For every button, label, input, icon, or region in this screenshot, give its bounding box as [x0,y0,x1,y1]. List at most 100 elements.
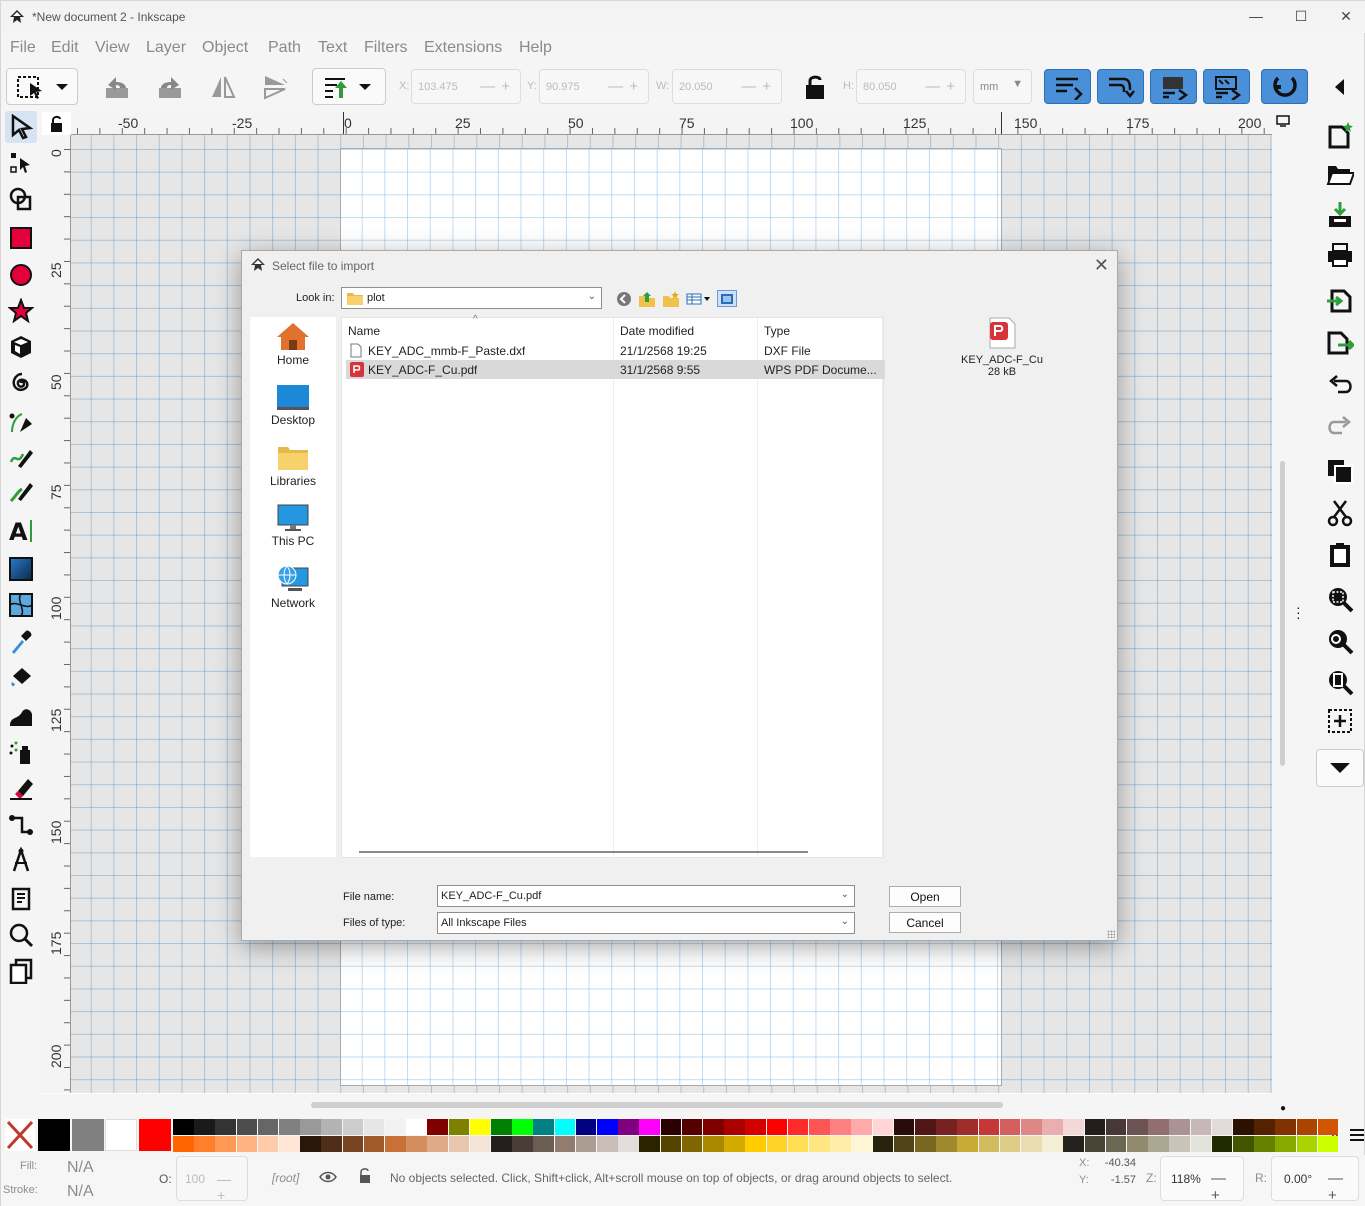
resize-grip[interactable] [1107,930,1115,938]
place-home[interactable]: Home [250,321,336,367]
save-document-icon[interactable] [1324,199,1356,231]
color-swatch[interactable] [1317,1136,1339,1152]
node-tool-icon[interactable] [5,147,37,179]
color-swatch[interactable] [215,1136,237,1152]
paint-bucket-tool-icon[interactable] [5,661,37,693]
color-swatch[interactable] [1317,1119,1339,1135]
color-swatch[interactable] [1254,1119,1275,1135]
move-patterns-toggle[interactable] [1203,69,1250,104]
shapebuilder-tool-icon[interactable] [5,183,37,215]
color-swatch[interactable] [427,1119,449,1135]
color-swatch[interactable] [385,1119,406,1135]
zoom-drawing-icon[interactable] [1324,625,1356,657]
paste-icon[interactable] [1324,539,1356,571]
color-swatch[interactable] [915,1119,936,1135]
color-swatch[interactable] [851,1136,873,1152]
pages-tool-icon[interactable] [5,883,37,915]
color-swatch[interactable] [724,1119,745,1135]
color-swatch[interactable] [321,1136,343,1152]
color-swatch[interactable] [703,1119,724,1135]
color-swatch[interactable] [1169,1136,1191,1152]
scale-stroke-toggle[interactable] [1044,69,1091,104]
color-swatch[interactable] [575,1136,597,1152]
h-field[interactable]: 80.050 —+ [856,69,966,104]
color-swatch[interactable] [851,1119,873,1135]
color-swatch[interactable] [1233,1119,1254,1135]
menu-edit[interactable]: Edit [51,39,79,57]
menu-object[interactable]: Object [202,39,248,57]
place-libraries[interactable]: Libraries [250,444,336,488]
color-swatch[interactable] [1148,1136,1169,1152]
color-swatch[interactable] [512,1136,533,1152]
color-swatch[interactable] [1169,1119,1191,1135]
color-swatch[interactable] [893,1119,915,1135]
color-swatch[interactable] [1042,1119,1063,1135]
color-swatch[interactable] [215,1119,237,1135]
column-header-date[interactable]: Date modified [620,324,694,338]
color-swatch[interactable] [406,1119,427,1135]
color-swatch[interactable] [1063,1119,1085,1135]
current-layer[interactable]: [root] [272,1171,299,1185]
connector-tool-icon[interactable] [5,809,37,841]
color-swatch[interactable] [872,1136,894,1152]
w-field[interactable]: 20.050 —+ [672,69,782,104]
color-swatch[interactable] [554,1136,576,1152]
unit-select[interactable]: mm ▼ [973,69,1032,104]
color-swatch[interactable] [300,1119,321,1135]
pen-tool-icon[interactable] [5,407,37,439]
color-swatch[interactable] [406,1136,427,1152]
up-folder-icon[interactable] [638,290,656,307]
color-swatch[interactable] [1084,1136,1106,1152]
color-swatch[interactable] [1105,1136,1127,1152]
color-swatch[interactable] [575,1119,597,1135]
opacity-field[interactable]: 100 —+ [176,1156,248,1203]
x-field[interactable]: 103.475 —+ [411,69,521,104]
color-swatch[interactable] [830,1119,851,1135]
color-swatch[interactable] [512,1119,533,1135]
color-swatch[interactable] [533,1119,555,1135]
color-swatch[interactable] [491,1136,512,1152]
color-swatch[interactable] [1127,1119,1148,1135]
rotate-cw-icon[interactable] [154,71,186,103]
zoom-tool-icon[interactable] [5,919,37,951]
minimize-button[interactable]: — [1233,1,1279,31]
close-window-button[interactable]: ✕ [1323,1,1365,31]
color-swatch[interactable] [893,1136,915,1152]
lock-icon[interactable] [799,71,831,103]
raise-lower-dropdown[interactable] [312,68,386,105]
guide-lock-icon[interactable] [49,115,67,133]
palette-menu-icon[interactable] [1350,1129,1364,1144]
select-same-dropdown[interactable] [6,68,78,105]
color-swatch[interactable] [1127,1136,1148,1152]
color-swatch[interactable] [745,1119,767,1135]
color-swatch[interactable] [639,1136,661,1152]
flip-vertical-icon[interactable] [259,71,291,103]
color-swatch[interactable] [809,1136,830,1152]
panel-handle-icon[interactable]: · · · [1296,600,1302,624]
place-desktop[interactable]: Desktop [250,383,336,427]
color-swatch[interactable] [236,1119,258,1135]
selector-tool-icon[interactable] [5,111,37,143]
fill-value[interactable]: N/A [67,1159,94,1177]
color-swatch[interactable] [597,1119,618,1135]
file-row[interactable]: KEY_ADC_mmb-F_Paste.dxf 21/1/2568 19:25 … [346,341,885,360]
color-swatch[interactable] [173,1136,194,1152]
look-in-select[interactable]: plot ⌄ [341,287,602,309]
place-network[interactable]: Network [250,564,336,610]
color-swatch[interactable] [809,1119,830,1135]
color-swatch[interactable] [257,1136,279,1152]
no-paint-swatch[interactable] [5,1119,35,1151]
open-button[interactable]: Open [889,886,961,907]
color-swatch[interactable] [194,1136,215,1152]
gradient-tool-icon[interactable] [5,553,37,585]
swatch-black[interactable] [38,1119,70,1151]
color-swatch[interactable] [385,1136,406,1152]
file-name-input[interactable]: KEY_ADC-F_Cu.pdf ⌄ [437,885,855,907]
color-swatch[interactable] [1042,1136,1063,1152]
swatch-red[interactable] [139,1119,171,1151]
menu-view[interactable]: View [95,39,129,57]
new-folder-icon[interactable] [662,290,680,307]
layer-lock-icon[interactable] [358,1168,372,1187]
color-swatch[interactable] [194,1119,215,1135]
mesh-tool-icon[interactable] [5,589,37,621]
